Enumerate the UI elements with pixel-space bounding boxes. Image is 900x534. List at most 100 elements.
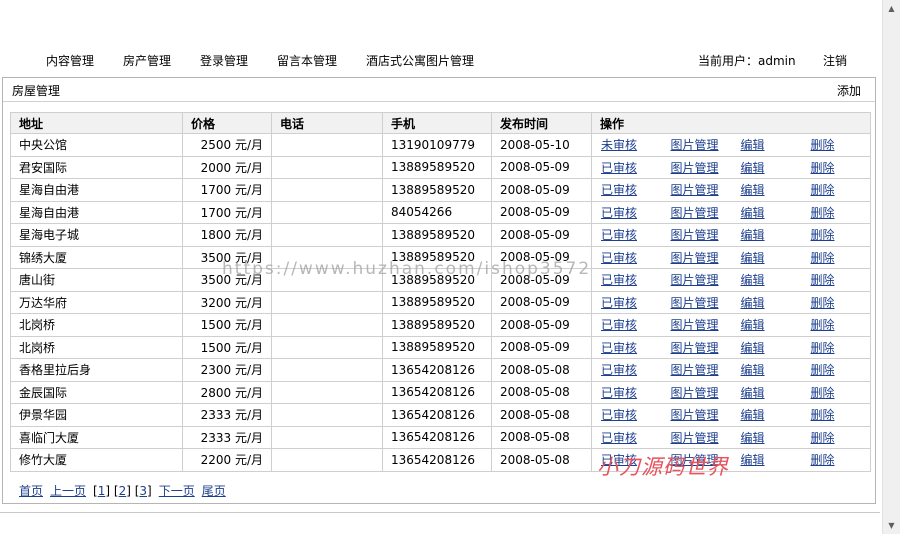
- pager-page-2-link[interactable]: 2: [119, 484, 127, 498]
- status-link[interactable]: 已审核: [601, 431, 637, 445]
- edit-link[interactable]: 编辑: [741, 228, 765, 242]
- delete-link[interactable]: 删除: [811, 183, 835, 197]
- edit-link[interactable]: 编辑: [741, 273, 765, 287]
- status-link-cell: 已审核: [591, 245, 662, 269]
- add-link[interactable]: 添加: [837, 82, 861, 99]
- image-management-link[interactable]: 图片管理: [671, 318, 719, 332]
- edit-link[interactable]: 编辑: [741, 138, 765, 152]
- status-link[interactable]: 已审核: [601, 318, 637, 332]
- delete-link[interactable]: 删除: [811, 408, 835, 422]
- delete-link[interactable]: 删除: [811, 251, 835, 265]
- pager-prev[interactable]: 上一页: [50, 484, 86, 498]
- edit-link[interactable]: 编辑: [741, 206, 765, 220]
- nav-property-management[interactable]: 房产管理: [123, 54, 171, 68]
- image-management-link[interactable]: 图片管理: [671, 363, 719, 377]
- status-link[interactable]: 已审核: [601, 453, 637, 467]
- edit-link[interactable]: 编辑: [741, 453, 765, 467]
- image-management-link[interactable]: 图片管理: [671, 161, 719, 175]
- status-link-cell: 已审核: [591, 358, 662, 382]
- cell-mobile: 13654208126: [382, 403, 492, 427]
- edit-link[interactable]: 编辑: [741, 386, 765, 400]
- edit-link[interactable]: 编辑: [741, 431, 765, 445]
- scroll-down-icon[interactable]: ▼: [883, 517, 900, 534]
- header-address: 地址: [10, 112, 183, 134]
- cell-mobile: 13654208126: [382, 425, 492, 449]
- cell-mobile: 13889589520: [382, 155, 492, 179]
- image-management-link[interactable]: 图片管理: [671, 453, 719, 467]
- image-management-link[interactable]: 图片管理: [671, 138, 719, 152]
- pager-last[interactable]: 尾页: [202, 484, 226, 498]
- status-link[interactable]: 未审核: [601, 138, 637, 152]
- status-link[interactable]: 已审核: [601, 363, 637, 377]
- image-management-link[interactable]: 图片管理: [671, 408, 719, 422]
- pager-page-3-link[interactable]: 3: [139, 484, 147, 498]
- status-link[interactable]: 已审核: [601, 228, 637, 242]
- cell-phone: [271, 245, 383, 269]
- cell-phone: [271, 358, 383, 382]
- table-row: 星海自由港 1700 元/月 13889589520 2008-05-09 已审核 图片管…: [10, 178, 872, 202]
- delete-link[interactable]: 删除: [811, 273, 835, 287]
- image-management-link-cell: 图片管理: [661, 335, 732, 359]
- delete-link-cell: 删除: [801, 335, 872, 359]
- delete-link-cell: 删除: [801, 268, 872, 292]
- nav-guestbook-management[interactable]: 留言本管理: [277, 54, 337, 68]
- status-link[interactable]: 已审核: [601, 296, 637, 310]
- image-management-link[interactable]: 图片管理: [671, 431, 719, 445]
- delete-link[interactable]: 删除: [811, 341, 835, 355]
- delete-link-cell: 删除: [801, 133, 872, 157]
- delete-link[interactable]: 删除: [811, 206, 835, 220]
- cell-phone: [271, 335, 383, 359]
- cell-phone: [271, 403, 383, 427]
- pager-page-1-link[interactable]: 1: [98, 484, 106, 498]
- edit-link[interactable]: 编辑: [741, 408, 765, 422]
- delete-link[interactable]: 删除: [811, 318, 835, 332]
- edit-link-cell: 编辑: [731, 245, 802, 269]
- status-link[interactable]: 已审核: [601, 251, 637, 265]
- status-link[interactable]: 已审核: [601, 341, 637, 355]
- delete-link[interactable]: 删除: [811, 296, 835, 310]
- scroll-up-icon[interactable]: ▲: [883, 0, 900, 17]
- edit-link[interactable]: 编辑: [741, 183, 765, 197]
- delete-link[interactable]: 删除: [811, 386, 835, 400]
- delete-link-cell: 删除: [801, 155, 872, 179]
- image-management-link[interactable]: 图片管理: [671, 296, 719, 310]
- pager-first[interactable]: 首页: [19, 484, 43, 498]
- image-management-link[interactable]: 图片管理: [671, 273, 719, 287]
- nav-apartment-image-management[interactable]: 酒店式公寓图片管理: [366, 54, 474, 68]
- edit-link[interactable]: 编辑: [741, 296, 765, 310]
- delete-link[interactable]: 删除: [811, 228, 835, 242]
- delete-link[interactable]: 删除: [811, 453, 835, 467]
- status-link[interactable]: 已审核: [601, 161, 637, 175]
- status-link[interactable]: 已审核: [601, 273, 637, 287]
- image-management-link[interactable]: 图片管理: [671, 206, 719, 220]
- delete-link[interactable]: 删除: [811, 431, 835, 445]
- image-management-link[interactable]: 图片管理: [671, 183, 719, 197]
- cell-date: 2008-05-09: [491, 290, 592, 314]
- nav-login-management[interactable]: 登录管理: [200, 54, 248, 68]
- image-management-link[interactable]: 图片管理: [671, 341, 719, 355]
- status-link[interactable]: 已审核: [601, 183, 637, 197]
- delete-link[interactable]: 删除: [811, 138, 835, 152]
- edit-link[interactable]: 编辑: [741, 161, 765, 175]
- top-nav: 内容管理 房产管理 登录管理 留言本管理 酒店式公寓图片管理 当前用户：admi…: [0, 50, 880, 70]
- vertical-scrollbar[interactable]: ▲ ▼: [882, 0, 900, 534]
- status-link[interactable]: 已审核: [601, 408, 637, 422]
- status-link[interactable]: 已审核: [601, 206, 637, 220]
- image-management-link-cell: 图片管理: [661, 380, 732, 404]
- nav-content-management[interactable]: 内容管理: [46, 54, 94, 68]
- edit-link[interactable]: 编辑: [741, 363, 765, 377]
- edit-link[interactable]: 编辑: [741, 318, 765, 332]
- delete-link[interactable]: 删除: [811, 161, 835, 175]
- pager-next[interactable]: 下一页: [159, 484, 195, 498]
- current-user-name: admin: [758, 54, 796, 68]
- logout-link[interactable]: 注销: [823, 54, 847, 68]
- edit-link[interactable]: 编辑: [741, 341, 765, 355]
- image-management-link[interactable]: 图片管理: [671, 386, 719, 400]
- edit-link[interactable]: 编辑: [741, 251, 765, 265]
- delete-link[interactable]: 删除: [811, 363, 835, 377]
- image-management-link[interactable]: 图片管理: [671, 228, 719, 242]
- image-management-link[interactable]: 图片管理: [671, 251, 719, 265]
- status-link[interactable]: 已审核: [601, 386, 637, 400]
- cell-address: 喜临门大厦: [10, 425, 183, 449]
- cell-date: 2008-05-08: [491, 380, 592, 404]
